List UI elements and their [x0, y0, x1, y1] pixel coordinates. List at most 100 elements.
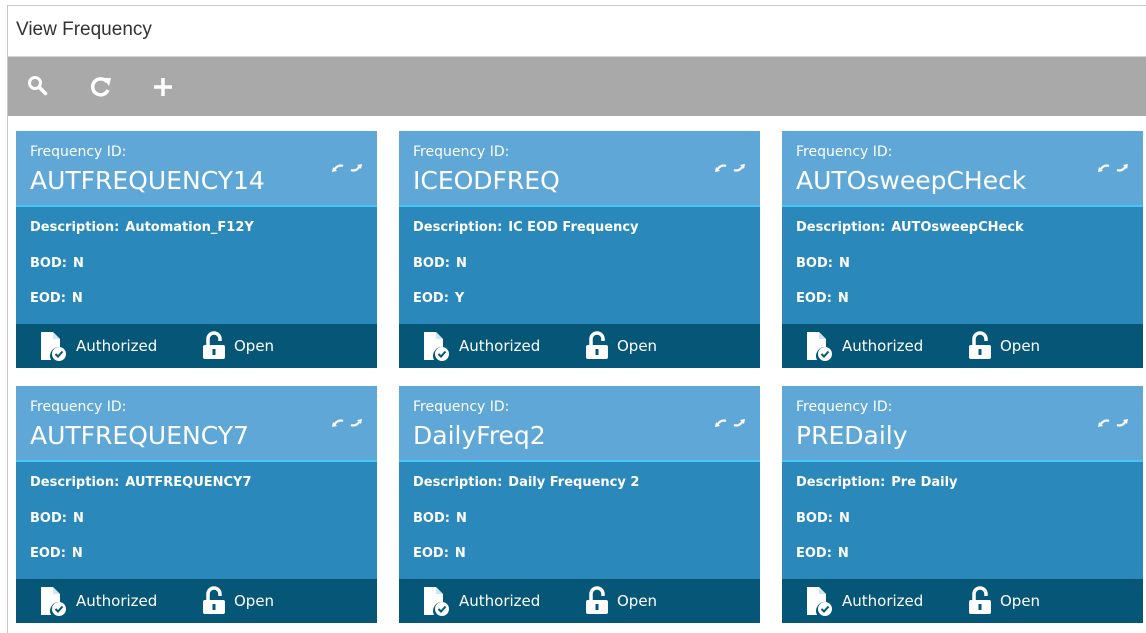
frequency-card-grid: Frequency ID: AUTFREQUENCY14 Description… — [16, 131, 1146, 631]
frequency-id-value: AUTFREQUENCY7 — [30, 421, 249, 450]
record-status-text: Open — [617, 337, 658, 355]
bod-value: N — [838, 511, 850, 526]
frequency-id-value: DailyFreq2 — [413, 421, 546, 450]
bod-value: N — [72, 256, 84, 271]
card-header: Frequency ID: AUTFREQUENCY7 — [16, 386, 377, 462]
switch-icon[interactable] — [1097, 159, 1129, 177]
card-header: Frequency ID: AUTFREQUENCY14 — [16, 131, 377, 207]
frequency-id-value: AUTFREQUENCY14 — [30, 166, 265, 195]
search-icon — [28, 76, 48, 96]
bod-field: BOD: N — [30, 256, 84, 271]
description-field: Description: Automation_F12Y — [30, 220, 254, 235]
eod-label: EOD: — [796, 546, 832, 561]
eod-value: Y — [454, 291, 465, 306]
eod-label: EOD: — [413, 546, 449, 561]
add-button[interactable] — [146, 70, 180, 104]
frequency-id-label: Frequency ID: — [413, 144, 510, 160]
eod-field: EOD: N — [30, 291, 83, 306]
auth-status: Authorized — [38, 324, 157, 368]
refresh-button[interactable] — [84, 70, 118, 104]
auth-status-text: Authorized — [459, 337, 541, 355]
frequency-card-4[interactable]: Frequency ID: AUTFREQUENCY7 Description:… — [16, 386, 377, 623]
bod-label: BOD: — [413, 511, 450, 526]
description-label: Description: — [796, 475, 886, 490]
eod-label: EOD: — [413, 291, 449, 306]
switch-arrows-icon — [1098, 419, 1128, 427]
frequency-card-2[interactable]: Frequency ID: ICEODFREQ Description: IC E… — [399, 131, 760, 368]
switch-icon[interactable] — [1097, 414, 1129, 432]
unlocked-padlock-icon — [969, 331, 991, 359]
eod-field: EOD: N — [30, 546, 83, 561]
auth-status: Authorized — [804, 579, 923, 623]
description-label: Description: — [796, 220, 886, 235]
authorized-document-icon — [424, 332, 449, 361]
bod-label: BOD: — [30, 511, 67, 526]
auth-status: Authorized — [421, 324, 540, 368]
record-status: Open — [966, 579, 1040, 623]
authorized-document-icon — [41, 587, 66, 616]
description-label: Description: — [413, 475, 503, 490]
card-header: Frequency ID: ICEODFREQ — [399, 131, 760, 207]
switch-icon[interactable] — [714, 414, 746, 432]
frequency-card-1[interactable]: Frequency ID: AUTFREQUENCY14 Description… — [16, 131, 377, 368]
bod-value: N — [455, 511, 467, 526]
card-footer: Authorized Open — [16, 579, 377, 623]
bod-label: BOD: — [30, 256, 67, 271]
plus-icon — [154, 78, 172, 96]
description-value: AUTFREQUENCY7 — [125, 475, 252, 490]
frequency-id-value: AUTOsweepCHeck — [796, 166, 1027, 195]
switch-arrows-icon — [332, 419, 362, 427]
eod-value: N — [837, 291, 849, 306]
description-value: Daily Frequency 2 — [508, 475, 640, 490]
bod-value: N — [72, 511, 84, 526]
card-header: Frequency ID: DailyFreq2 — [399, 386, 760, 462]
auth-status: Authorized — [421, 579, 540, 623]
bod-field: BOD: N — [796, 256, 850, 271]
eod-field: EOD: N — [413, 546, 466, 561]
bod-field: BOD: N — [796, 511, 850, 526]
auth-status: Authorized — [38, 579, 157, 623]
auth-status: Authorized — [804, 324, 923, 368]
frequency-id-value: ICEODFREQ — [413, 166, 560, 195]
description-value: IC EOD Frequency — [508, 220, 639, 235]
record-status-text: Open — [234, 337, 275, 355]
unlocked-padlock-icon — [586, 331, 608, 359]
card-footer: Authorized Open — [399, 324, 760, 368]
frequency-card-5[interactable]: Frequency ID: DailyFreq2 Description: Dai… — [399, 386, 760, 623]
record-status: Open — [583, 579, 657, 623]
auth-status-text: Authorized — [842, 592, 924, 610]
description-value: Pre Daily — [891, 475, 958, 490]
eod-field: EOD: N — [796, 291, 849, 306]
eod-label: EOD: — [796, 291, 832, 306]
eod-value: N — [71, 546, 83, 561]
authorized-document-icon — [807, 587, 832, 616]
title-bar: View Frequency — [8, 6, 1146, 57]
card-footer: Authorized Open — [782, 579, 1143, 623]
search-button[interactable] — [22, 70, 56, 104]
record-status: Open — [200, 324, 274, 368]
frequency-card-3[interactable]: Frequency ID: AUTOsweepCHeck Description… — [782, 131, 1143, 368]
description-field: Description: Daily Frequency 2 — [413, 475, 639, 490]
switch-icon[interactable] — [714, 159, 746, 177]
description-field: Description: AUTFREQUENCY7 — [30, 475, 252, 490]
bod-label: BOD: — [413, 256, 450, 271]
record-status-text: Open — [1000, 337, 1041, 355]
frequency-id-label: Frequency ID: — [30, 399, 127, 415]
auth-status-text: Authorized — [842, 337, 924, 355]
eod-label: EOD: — [30, 291, 66, 306]
record-status-text: Open — [234, 592, 275, 610]
switch-icon[interactable] — [331, 159, 363, 177]
card-footer: Authorized Open — [399, 579, 760, 623]
switch-icon[interactable] — [331, 414, 363, 432]
record-status: Open — [200, 579, 274, 623]
authorized-document-icon — [807, 332, 832, 361]
frequency-id-label: Frequency ID: — [796, 144, 893, 160]
toolbar — [8, 57, 1146, 116]
frequency-card-6[interactable]: Frequency ID: PREDaily Description: Pre D… — [782, 386, 1143, 623]
eod-label: EOD: — [30, 546, 66, 561]
eod-field: EOD: N — [796, 546, 849, 561]
bod-field: BOD: N — [413, 511, 467, 526]
authorized-document-icon — [424, 587, 449, 616]
authorized-document-icon — [41, 332, 66, 361]
record-status-text: Open — [1000, 592, 1041, 610]
